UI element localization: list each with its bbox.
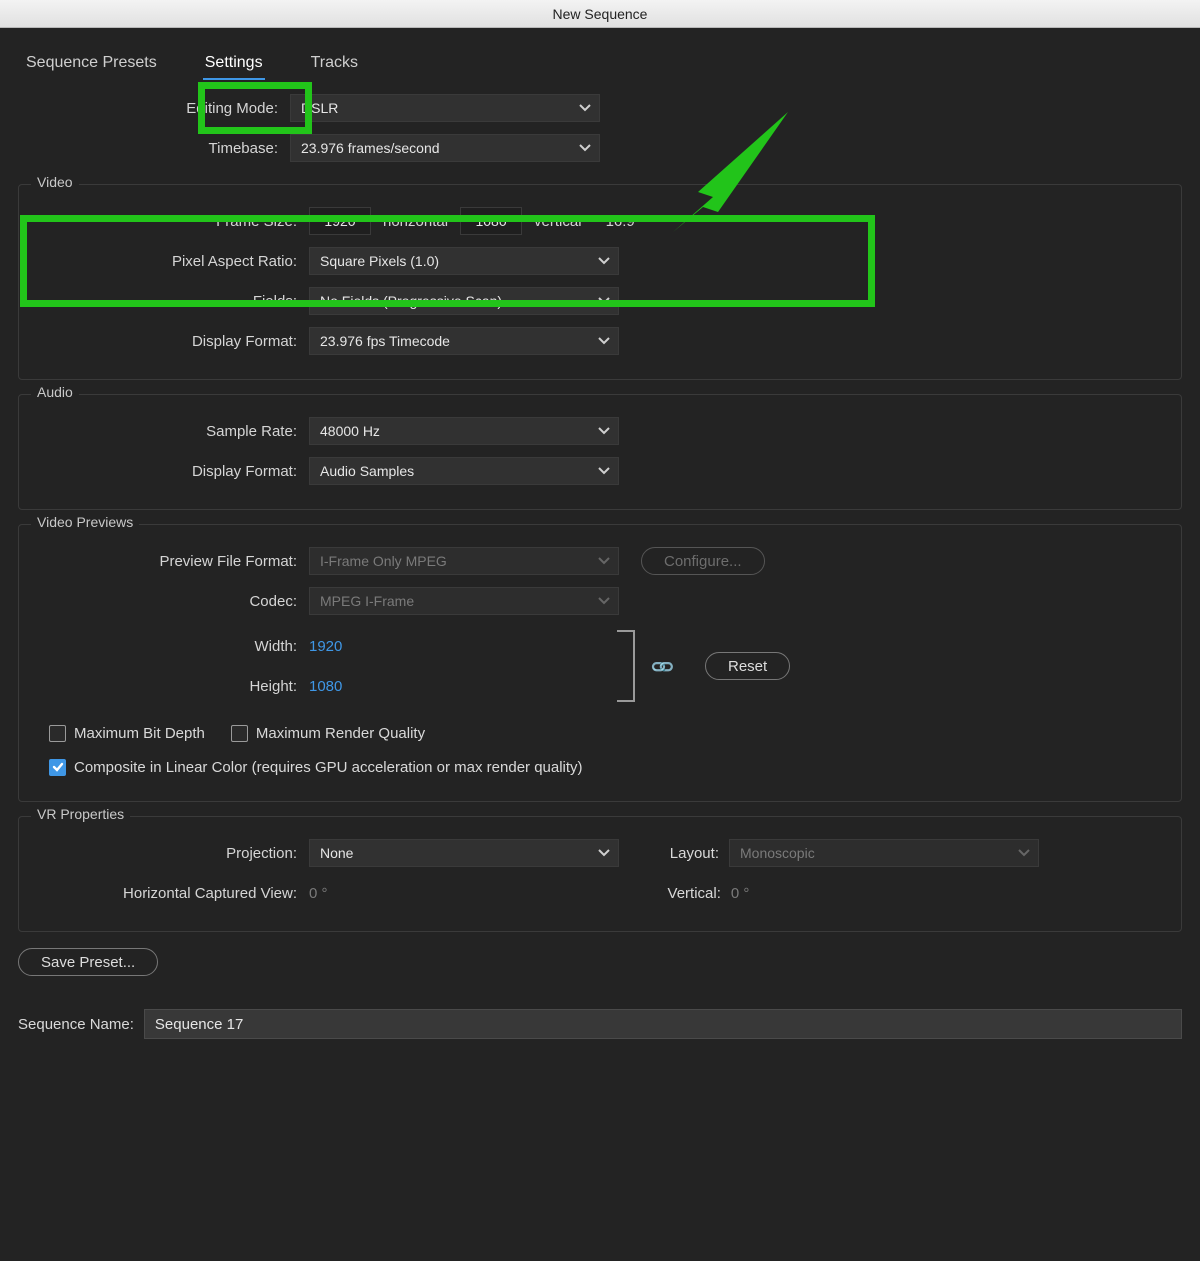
- hcap-value: 0 °: [309, 885, 328, 902]
- layout-value: Monoscopic: [740, 845, 815, 861]
- preview-width-label: Width:: [37, 638, 309, 655]
- chevron-down-icon: [1018, 847, 1030, 859]
- window-title: New Sequence: [0, 0, 1200, 28]
- configure-button: Configure...: [641, 547, 765, 575]
- fields-select[interactable]: No Fields (Progressive Scan): [309, 287, 619, 315]
- editing-mode-select[interactable]: DSLR: [290, 94, 600, 122]
- audio-group-title: Audio: [31, 384, 79, 400]
- chevron-down-icon: [579, 102, 591, 114]
- audio-displayformat-label: Display Format:: [37, 463, 309, 480]
- frame-size-label: Frame Size:: [37, 213, 309, 230]
- vcap-value: 0 °: [731, 885, 750, 902]
- video-group-title: Video: [31, 174, 79, 190]
- composite-linear-checkbox[interactable]: [49, 759, 66, 776]
- link-icon[interactable]: 🔗: [648, 653, 673, 678]
- fields-label: Fields:: [37, 293, 309, 310]
- codec-value: MPEG I-Frame: [320, 593, 414, 609]
- previews-group: Video Previews Preview File Format: I-Fr…: [18, 524, 1182, 802]
- par-select[interactable]: Square Pixels (1.0): [309, 247, 619, 275]
- link-bracket: [617, 630, 635, 702]
- aspect-ratio-text: 16:9: [606, 213, 635, 230]
- chevron-down-icon: [598, 465, 610, 477]
- vertical-label: vertical: [534, 213, 582, 230]
- save-preset-button[interactable]: Save Preset...: [18, 948, 158, 976]
- video-group: Video Frame Size: 1920 horizontal 1080 v…: [18, 184, 1182, 380]
- projection-select[interactable]: None: [309, 839, 619, 867]
- max-render-quality-label: Maximum Render Quality: [256, 725, 425, 742]
- max-bit-depth-label: Maximum Bit Depth: [74, 725, 205, 742]
- audio-displayformat-value: Audio Samples: [320, 463, 414, 479]
- sample-rate-select[interactable]: 48000 Hz: [309, 417, 619, 445]
- chevron-down-icon: [598, 595, 610, 607]
- codec-label: Codec:: [37, 593, 309, 610]
- chevron-down-icon: [598, 295, 610, 307]
- codec-select: MPEG I-Frame: [309, 587, 619, 615]
- timebase-label: Timebase:: [18, 140, 290, 157]
- video-displayformat-select[interactable]: 23.976 fps Timecode: [309, 327, 619, 355]
- vcap-label: Vertical:: [668, 885, 731, 902]
- timebase-select[interactable]: 23.976 frames/second: [290, 134, 600, 162]
- chevron-down-icon: [598, 555, 610, 567]
- max-bit-depth-checkbox[interactable]: [49, 725, 66, 742]
- editing-mode-label: Editing Mode:: [18, 100, 290, 117]
- composite-linear-label: Composite in Linear Color (requires GPU …: [74, 759, 583, 776]
- par-label: Pixel Aspect Ratio:: [37, 253, 309, 270]
- chevron-down-icon: [579, 142, 591, 154]
- layout-label: Layout:: [639, 845, 729, 862]
- chevron-down-icon: [598, 335, 610, 347]
- sample-rate-label: Sample Rate:: [37, 423, 309, 440]
- sequence-name-input[interactable]: [144, 1009, 1182, 1039]
- previews-group-title: Video Previews: [31, 514, 139, 530]
- video-displayformat-value: 23.976 fps Timecode: [320, 333, 450, 349]
- preview-height-value[interactable]: 1080: [309, 678, 342, 695]
- max-render-quality-checkbox[interactable]: [231, 725, 248, 742]
- audio-displayformat-select[interactable]: Audio Samples: [309, 457, 619, 485]
- preview-format-value: I-Frame Only MPEG: [320, 553, 447, 569]
- chevron-down-icon: [598, 255, 610, 267]
- preview-width-value[interactable]: 1920: [309, 638, 342, 655]
- frame-size-v-input[interactable]: 1080: [460, 207, 522, 235]
- tab-sequence-presets[interactable]: Sequence Presets: [26, 54, 157, 72]
- horizontal-label: horizontal: [383, 213, 448, 230]
- vr-group: VR Properties Projection: None Layout: M…: [18, 816, 1182, 932]
- hcap-label: Horizontal Captured View:: [37, 885, 309, 902]
- reset-button[interactable]: Reset: [705, 652, 790, 680]
- tab-settings[interactable]: Settings: [205, 54, 263, 72]
- par-value: Square Pixels (1.0): [320, 253, 439, 269]
- timebase-value: 23.976 frames/second: [301, 140, 440, 156]
- editing-mode-value: DSLR: [301, 100, 338, 116]
- preview-format-select: I-Frame Only MPEG: [309, 547, 619, 575]
- preview-format-label: Preview File Format:: [37, 553, 309, 570]
- preview-height-label: Height:: [37, 678, 309, 695]
- frame-size-h-input[interactable]: 1920: [309, 207, 371, 235]
- vr-group-title: VR Properties: [31, 806, 130, 822]
- projection-label: Projection:: [37, 845, 309, 862]
- layout-select: Monoscopic: [729, 839, 1039, 867]
- chevron-down-icon: [598, 425, 610, 437]
- sample-rate-value: 48000 Hz: [320, 423, 380, 439]
- audio-group: Audio Sample Rate: 48000 Hz Display Form…: [18, 394, 1182, 510]
- video-displayformat-label: Display Format:: [37, 333, 309, 350]
- chevron-down-icon: [598, 847, 610, 859]
- check-icon: [52, 761, 64, 773]
- sequence-name-label: Sequence Name:: [18, 1016, 144, 1033]
- projection-value: None: [320, 845, 353, 861]
- fields-value: No Fields (Progressive Scan): [320, 293, 502, 309]
- tab-tracks[interactable]: Tracks: [311, 54, 358, 72]
